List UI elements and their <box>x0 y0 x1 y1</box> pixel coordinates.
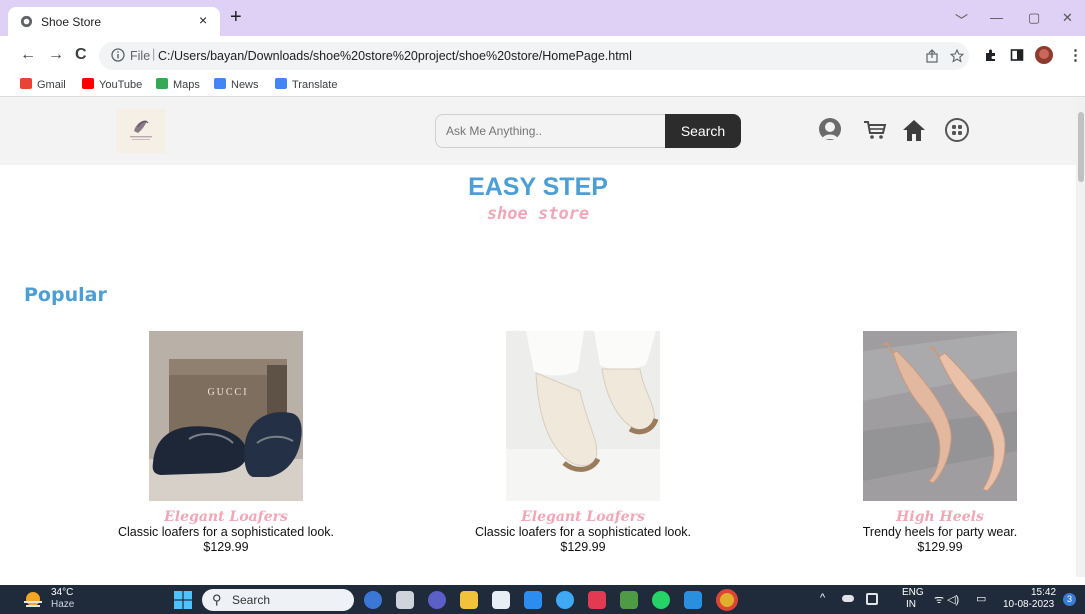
info-icon[interactable] <box>111 48 125 62</box>
product-description: Classic loafers for a sophisticated look… <box>117 525 335 539</box>
menu-grid-icon[interactable] <box>943 116 971 144</box>
product-price: $129.99 <box>560 540 606 554</box>
edge-icon[interactable] <box>556 591 574 609</box>
cloud-icon[interactable] <box>842 595 854 602</box>
weather-temp: 34°C <box>51 587 74 598</box>
taskbar-search[interactable]: ⚲ Search <box>202 589 354 611</box>
maximize-icon[interactable]: ▢ <box>1028 10 1040 26</box>
teams-icon[interactable] <box>428 591 446 609</box>
search-input[interactable] <box>435 114 667 148</box>
url-text[interactable]: C:/Users/bayan/Downloads/shoe%20store%20… <box>158 49 632 63</box>
shoe-logo-icon <box>130 120 152 140</box>
chrome-icon[interactable] <box>716 589 738 611</box>
tab-title: Shoe Store <box>41 15 102 29</box>
globe-icon <box>20 15 33 28</box>
url-divider: | <box>152 47 156 61</box>
show-hidden-icons[interactable]: ^ <box>820 592 825 604</box>
bookmark-news[interactable]: News <box>214 78 259 91</box>
minimize-icon[interactable]: — <box>990 10 1003 25</box>
bookmark-translate[interactable]: Translate <box>275 78 337 91</box>
back-icon[interactable]: ← <box>20 46 36 64</box>
cart-icon[interactable] <box>861 116 889 144</box>
file-explorer-icon[interactable] <box>460 591 478 609</box>
weather-icon[interactable] <box>22 590 44 610</box>
news-icon <box>214 78 226 89</box>
clock-time[interactable]: 15:42 <box>1031 587 1056 598</box>
extensions-icon[interactable] <box>984 48 998 62</box>
product-card[interactable]: High Heels Trendy heels for party wear. … <box>790 331 1076 555</box>
product-name[interactable]: High Heels <box>790 509 1076 525</box>
gmail-icon <box>20 78 32 89</box>
product-card[interactable]: GUCCI Elegant Loafers Classic loafers fo… <box>76 331 376 555</box>
translate-icon <box>275 78 287 89</box>
task-view-icon[interactable] <box>396 591 414 609</box>
web-page: Search EASY STEP shoe store Popular <box>0 97 1076 577</box>
bing-icon[interactable] <box>364 591 382 609</box>
language-top[interactable]: ENG <box>902 587 924 598</box>
app-tray-icon[interactable] <box>866 593 878 605</box>
home-icon[interactable] <box>900 116 928 144</box>
share-icon[interactable] <box>925 49 939 63</box>
bookmark-youtube[interactable]: YouTube <box>82 78 142 91</box>
bookmarks-bar: Gmail YouTube Maps News Translate <box>0 75 1085 97</box>
youtube-icon <box>82 78 94 89</box>
product-card[interactable]: Elegant Loafers Classic loafers for a so… <box>433 331 733 555</box>
product-price: $129.99 <box>917 540 963 554</box>
account-icon[interactable] <box>816 116 844 144</box>
language-bottom[interactable]: IN <box>906 599 916 610</box>
product-name[interactable]: Elegant Loafers <box>76 509 376 525</box>
svg-text:GUCCI: GUCCI <box>207 387 248 398</box>
product-description: Trendy heels for party wear. <box>862 525 1018 539</box>
product-description: Classic loafers for a sophisticated look… <box>474 525 692 539</box>
bookmark-star-icon[interactable] <box>950 49 964 63</box>
minecraft-icon[interactable] <box>620 591 638 609</box>
url-scheme: File <box>130 49 151 63</box>
cream-loafers-image[interactable] <box>506 331 660 501</box>
mcafee-icon[interactable] <box>588 591 606 609</box>
wifi-volume-icon[interactable]: ᯤ ◁) <box>934 592 959 607</box>
search-icon: ⚲ <box>212 592 222 607</box>
new-tab-button[interactable]: + <box>230 7 242 27</box>
clock-date[interactable]: 10-08-2023 <box>1003 599 1054 610</box>
brand-subtitle: shoe store <box>486 204 590 224</box>
reload-icon[interactable]: C <box>75 46 87 64</box>
windows-start-icon[interactable] <box>174 591 192 609</box>
scrollbar-thumb[interactable] <box>1078 112 1084 182</box>
product-price: $129.99 <box>203 540 249 554</box>
nude-heels-image[interactable] <box>863 331 1017 501</box>
notification-badge[interactable]: 3 <box>1063 593 1076 606</box>
vscode-icon[interactable] <box>684 591 702 609</box>
mail-icon[interactable] <box>524 591 542 609</box>
maps-icon <box>156 78 168 89</box>
store-logo[interactable] <box>116 109 166 153</box>
site-header: Search <box>0 97 1076 165</box>
profile-avatar-icon[interactable] <box>1034 45 1054 65</box>
product-name[interactable]: Elegant Loafers <box>433 509 733 525</box>
search-button[interactable]: Search <box>665 114 741 148</box>
tab-search-icon[interactable]: ﹀ <box>955 10 968 29</box>
browser-menu-icon[interactable]: ⋮ <box>1068 46 1083 64</box>
brand-title: EASY STEP <box>468 173 608 201</box>
forward-icon[interactable]: → <box>48 46 64 64</box>
address-bar[interactable]: File | C:/Users/bayan/Downloads/shoe%20s… <box>99 42 969 70</box>
tab-close-icon[interactable]: × <box>199 12 207 28</box>
popular-section-title: Popular <box>24 284 107 306</box>
browser-tab-strip: Shoe Store × + ﹀ — ▢ ✕ <box>0 0 1085 36</box>
bookmark-gmail[interactable]: Gmail <box>20 78 66 91</box>
browser-tab[interactable]: Shoe Store × <box>8 7 220 36</box>
whatsapp-icon[interactable] <box>652 591 670 609</box>
address-bar-row: ← → C File | C:/Users/bayan/Downloads/sh… <box>0 36 1085 75</box>
sidebar-icon[interactable] <box>1010 48 1024 62</box>
bookmark-maps[interactable]: Maps <box>156 78 200 91</box>
store-icon[interactable] <box>492 591 510 609</box>
windows-taskbar: 34°C Haze ⚲ Search ^ ENG IN ᯤ ◁) ▭ 15:42… <box>0 585 1085 614</box>
close-window-icon[interactable]: ✕ <box>1062 10 1073 26</box>
weather-desc: Haze <box>51 599 75 610</box>
battery-icon[interactable]: ▭ <box>976 592 986 605</box>
navy-loafers-image[interactable]: GUCCI <box>149 331 303 501</box>
